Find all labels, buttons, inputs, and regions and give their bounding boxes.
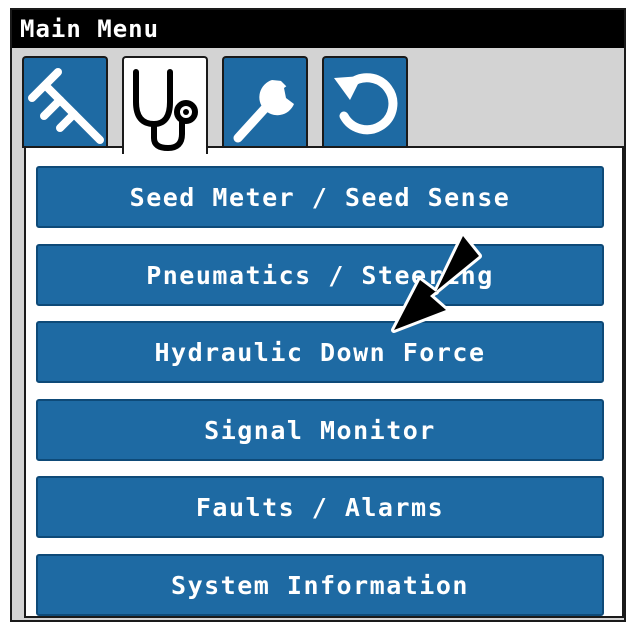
system-information-button[interactable]: System Information [36,554,604,616]
faults-alarms-button[interactable]: Faults / Alarms [36,476,604,538]
tab-setup[interactable] [222,56,308,148]
signal-monitor-button[interactable]: Signal Monitor [36,399,604,461]
stethoscope-icon [133,69,198,152]
tab-calibration[interactable] [22,56,108,148]
window-title: Main Menu [12,10,624,48]
tab-diagnostics[interactable] [122,56,208,154]
reset-icon [334,73,398,135]
pneumatics-steering-button[interactable]: Pneumatics / Steering [36,244,604,306]
wrench-icon [233,74,298,143]
main-menu-window: Main Menu Seed Meter / Seed Sense Pneuma… [10,8,626,622]
caliper-icon [28,68,104,144]
diagnostics-panel: Seed Meter / Seed Sense Pneumatics / Ste… [24,146,624,618]
hydraulic-down-force-button[interactable]: Hydraulic Down Force [36,321,604,383]
tab-reset[interactable] [322,56,408,148]
seed-meter-button[interactable]: Seed Meter / Seed Sense [36,166,604,228]
